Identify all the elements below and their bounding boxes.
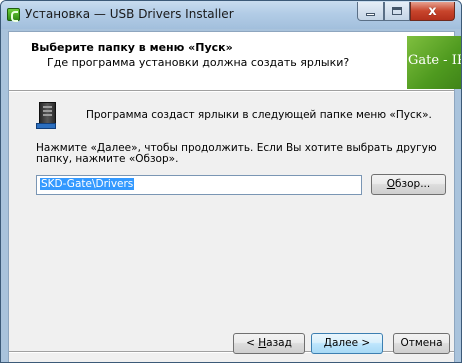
- wizard-page: Выберите папку в меню «Пуск» Где програм…: [8, 31, 461, 362]
- wizard-footer: [9, 353, 454, 362]
- wizard-header: Выберите папку в меню «Пуск» Где програм…: [9, 32, 461, 90]
- close-icon: x: [428, 3, 437, 19]
- window-title: Установка — USB Drivers Installer: [25, 7, 234, 21]
- close-button[interactable]: x: [410, 2, 455, 21]
- browse-button[interactable]: Обзор...: [371, 174, 446, 195]
- minimize-icon: [366, 12, 375, 16]
- start-menu-folder-icon: [36, 102, 64, 132]
- logo-text: Gate - IP: [408, 53, 462, 68]
- maximize-button[interactable]: [384, 2, 410, 21]
- next-button[interactable]: Далее >: [311, 333, 383, 354]
- intro-text: Программа создаст ярлыки в следующей пап…: [86, 109, 432, 121]
- back-hotkey: Н: [258, 337, 267, 349]
- installer-window: Установка — USB Drivers Installer x Выбе…: [0, 0, 462, 363]
- instruction-text: Нажмите «Далее», чтобы продолжить. Если …: [36, 142, 437, 165]
- maximize-icon: [392, 7, 402, 15]
- page-title: Выберите папку в меню «Пуск»: [31, 41, 233, 54]
- title-bar[interactable]: Установка — USB Drivers Installer x: [1, 1, 461, 29]
- browse-hotkey: О: [386, 178, 396, 190]
- page-subtitle: Где программа установки должна создать я…: [47, 56, 350, 69]
- cancel-button[interactable]: Отмена: [393, 333, 450, 354]
- minimize-button[interactable]: [357, 2, 384, 21]
- wizard-body: Программа создаст ярлыки в следующей пап…: [9, 92, 454, 351]
- installer-green-icon: [7, 8, 20, 22]
- browse-label-rest: бзор...: [395, 178, 431, 190]
- start-menu-folder-input[interactable]: SKD-Gate\Drivers: [36, 175, 362, 195]
- gate-ip-logo: Gate - IP: [407, 36, 462, 89]
- next-hotkey: Д: [323, 337, 332, 349]
- folder-input-value: SKD-Gate\Drivers: [40, 178, 135, 190]
- back-button[interactable]: < Назад: [233, 333, 305, 354]
